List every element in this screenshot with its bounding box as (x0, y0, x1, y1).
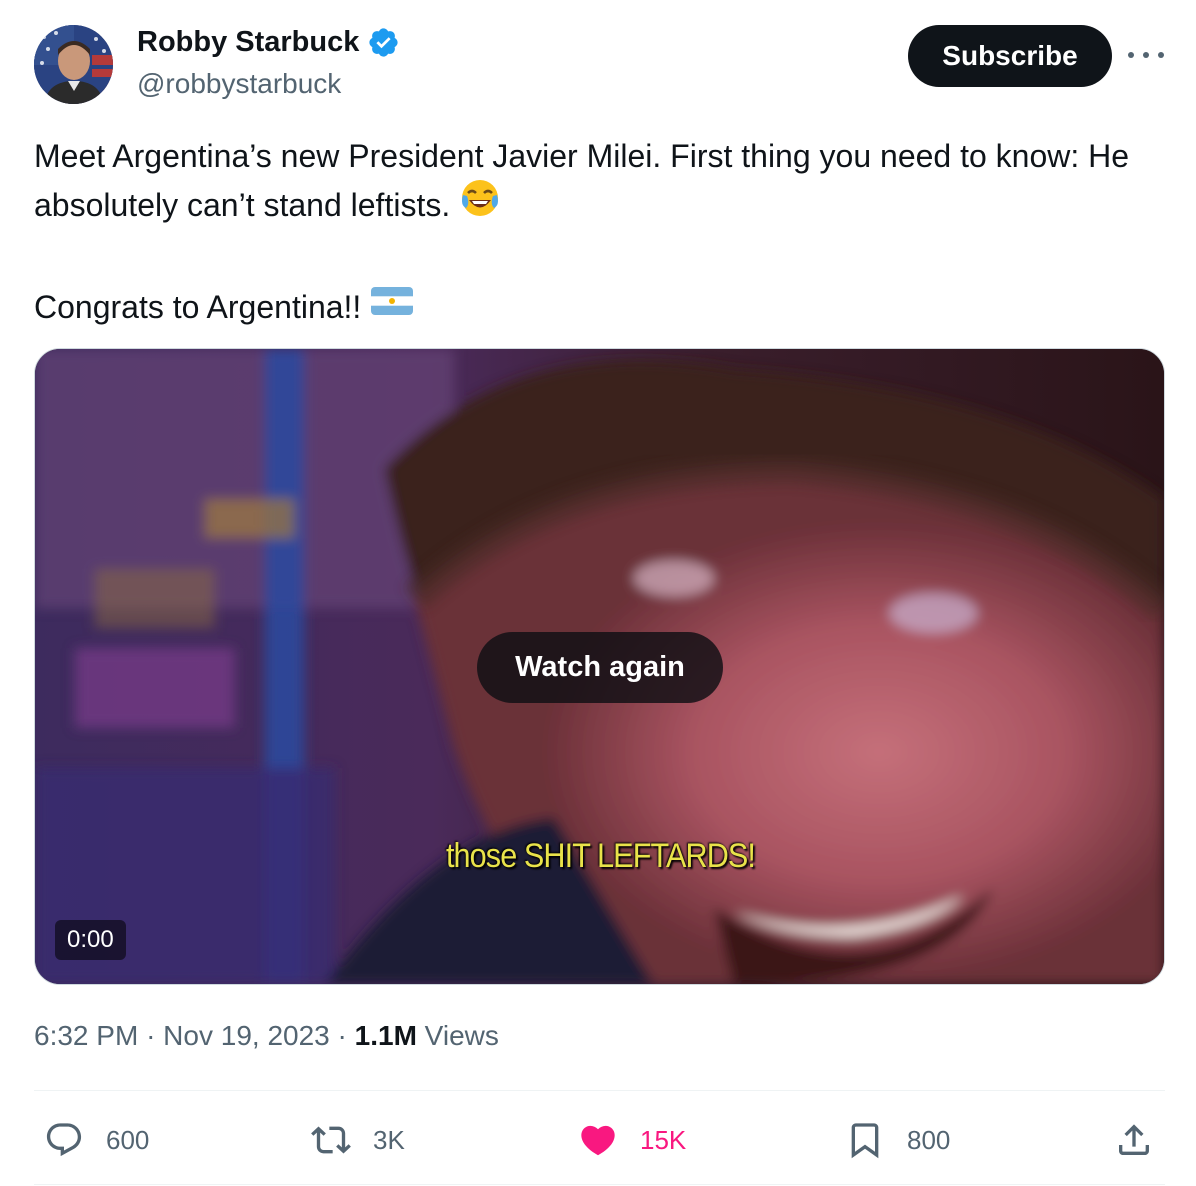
author-handle[interactable]: @robbystarbuck (137, 68, 341, 100)
reply-count: 600 (106, 1124, 150, 1155)
views-count[interactable]: 1.1M (355, 1020, 417, 1051)
tweet-text-line-2: Congrats to Argentina!! (34, 289, 362, 325)
verified-badge-icon[interactable] (367, 26, 400, 59)
views-label[interactable]: Views (425, 1020, 499, 1051)
tweet-text-paragraph-1: Meet Argentina’s new President Javier Mi… (34, 132, 1144, 235)
tweet-text: Meet Argentina’s new President Javier Mi… (34, 132, 1144, 334)
bookmark-count: 800 (907, 1124, 951, 1155)
more-horizontal-icon[interactable] (1128, 40, 1164, 70)
video-player[interactable]: Watch again those SHIT LEFTARDS! 0:00 (34, 348, 1165, 985)
repost-count: 3K (373, 1124, 405, 1155)
tweet-time[interactable]: 6:32 PM (34, 1020, 138, 1051)
subscribe-button[interactable]: Subscribe (908, 25, 1112, 87)
flag-argentina-emoji (370, 283, 414, 331)
reply-button[interactable]: 600 (44, 1118, 149, 1162)
share-icon (1119, 1124, 1149, 1155)
watch-again-button[interactable]: Watch again (477, 632, 723, 703)
video-subtitle: those SHIT LEFTARDS! (445, 837, 756, 875)
reply-icon (46, 1123, 82, 1157)
divider (34, 1184, 1165, 1185)
heart-filled-icon (581, 1125, 615, 1156)
share-button[interactable] (1114, 1118, 1154, 1162)
divider (34, 1090, 1165, 1091)
repost-button[interactable]: 3K (311, 1118, 405, 1162)
bookmark-button[interactable]: 800 (845, 1118, 950, 1162)
repost-icon (311, 1126, 351, 1154)
face-with-tears-of-joy-emoji (459, 177, 501, 232)
tweet-meta: 6:32 PM · Nov 19, 2023 · 1.1M Views (34, 1020, 499, 1052)
bookmark-icon (851, 1123, 879, 1159)
tweet-text-paragraph-2: Congrats to Argentina!! (34, 283, 1144, 334)
meta-separator: · (146, 1020, 156, 1051)
video-timecode: 0:00 (55, 920, 126, 960)
author-name-row[interactable]: Robby Starbuck (137, 26, 400, 59)
like-button[interactable]: 15K (578, 1118, 686, 1162)
tweet-card: Robby Starbuck @robbystarbuck Subscribe … (0, 0, 1196, 1186)
like-count: 15K (640, 1124, 687, 1155)
avatar[interactable] (34, 25, 113, 104)
meta-separator: · (337, 1020, 347, 1051)
tweet-text-line-1: Meet Argentina’s new President Javier Mi… (34, 138, 1130, 223)
tweet-date[interactable]: Nov 19, 2023 (163, 1020, 330, 1051)
display-name[interactable]: Robby Starbuck (137, 26, 359, 59)
